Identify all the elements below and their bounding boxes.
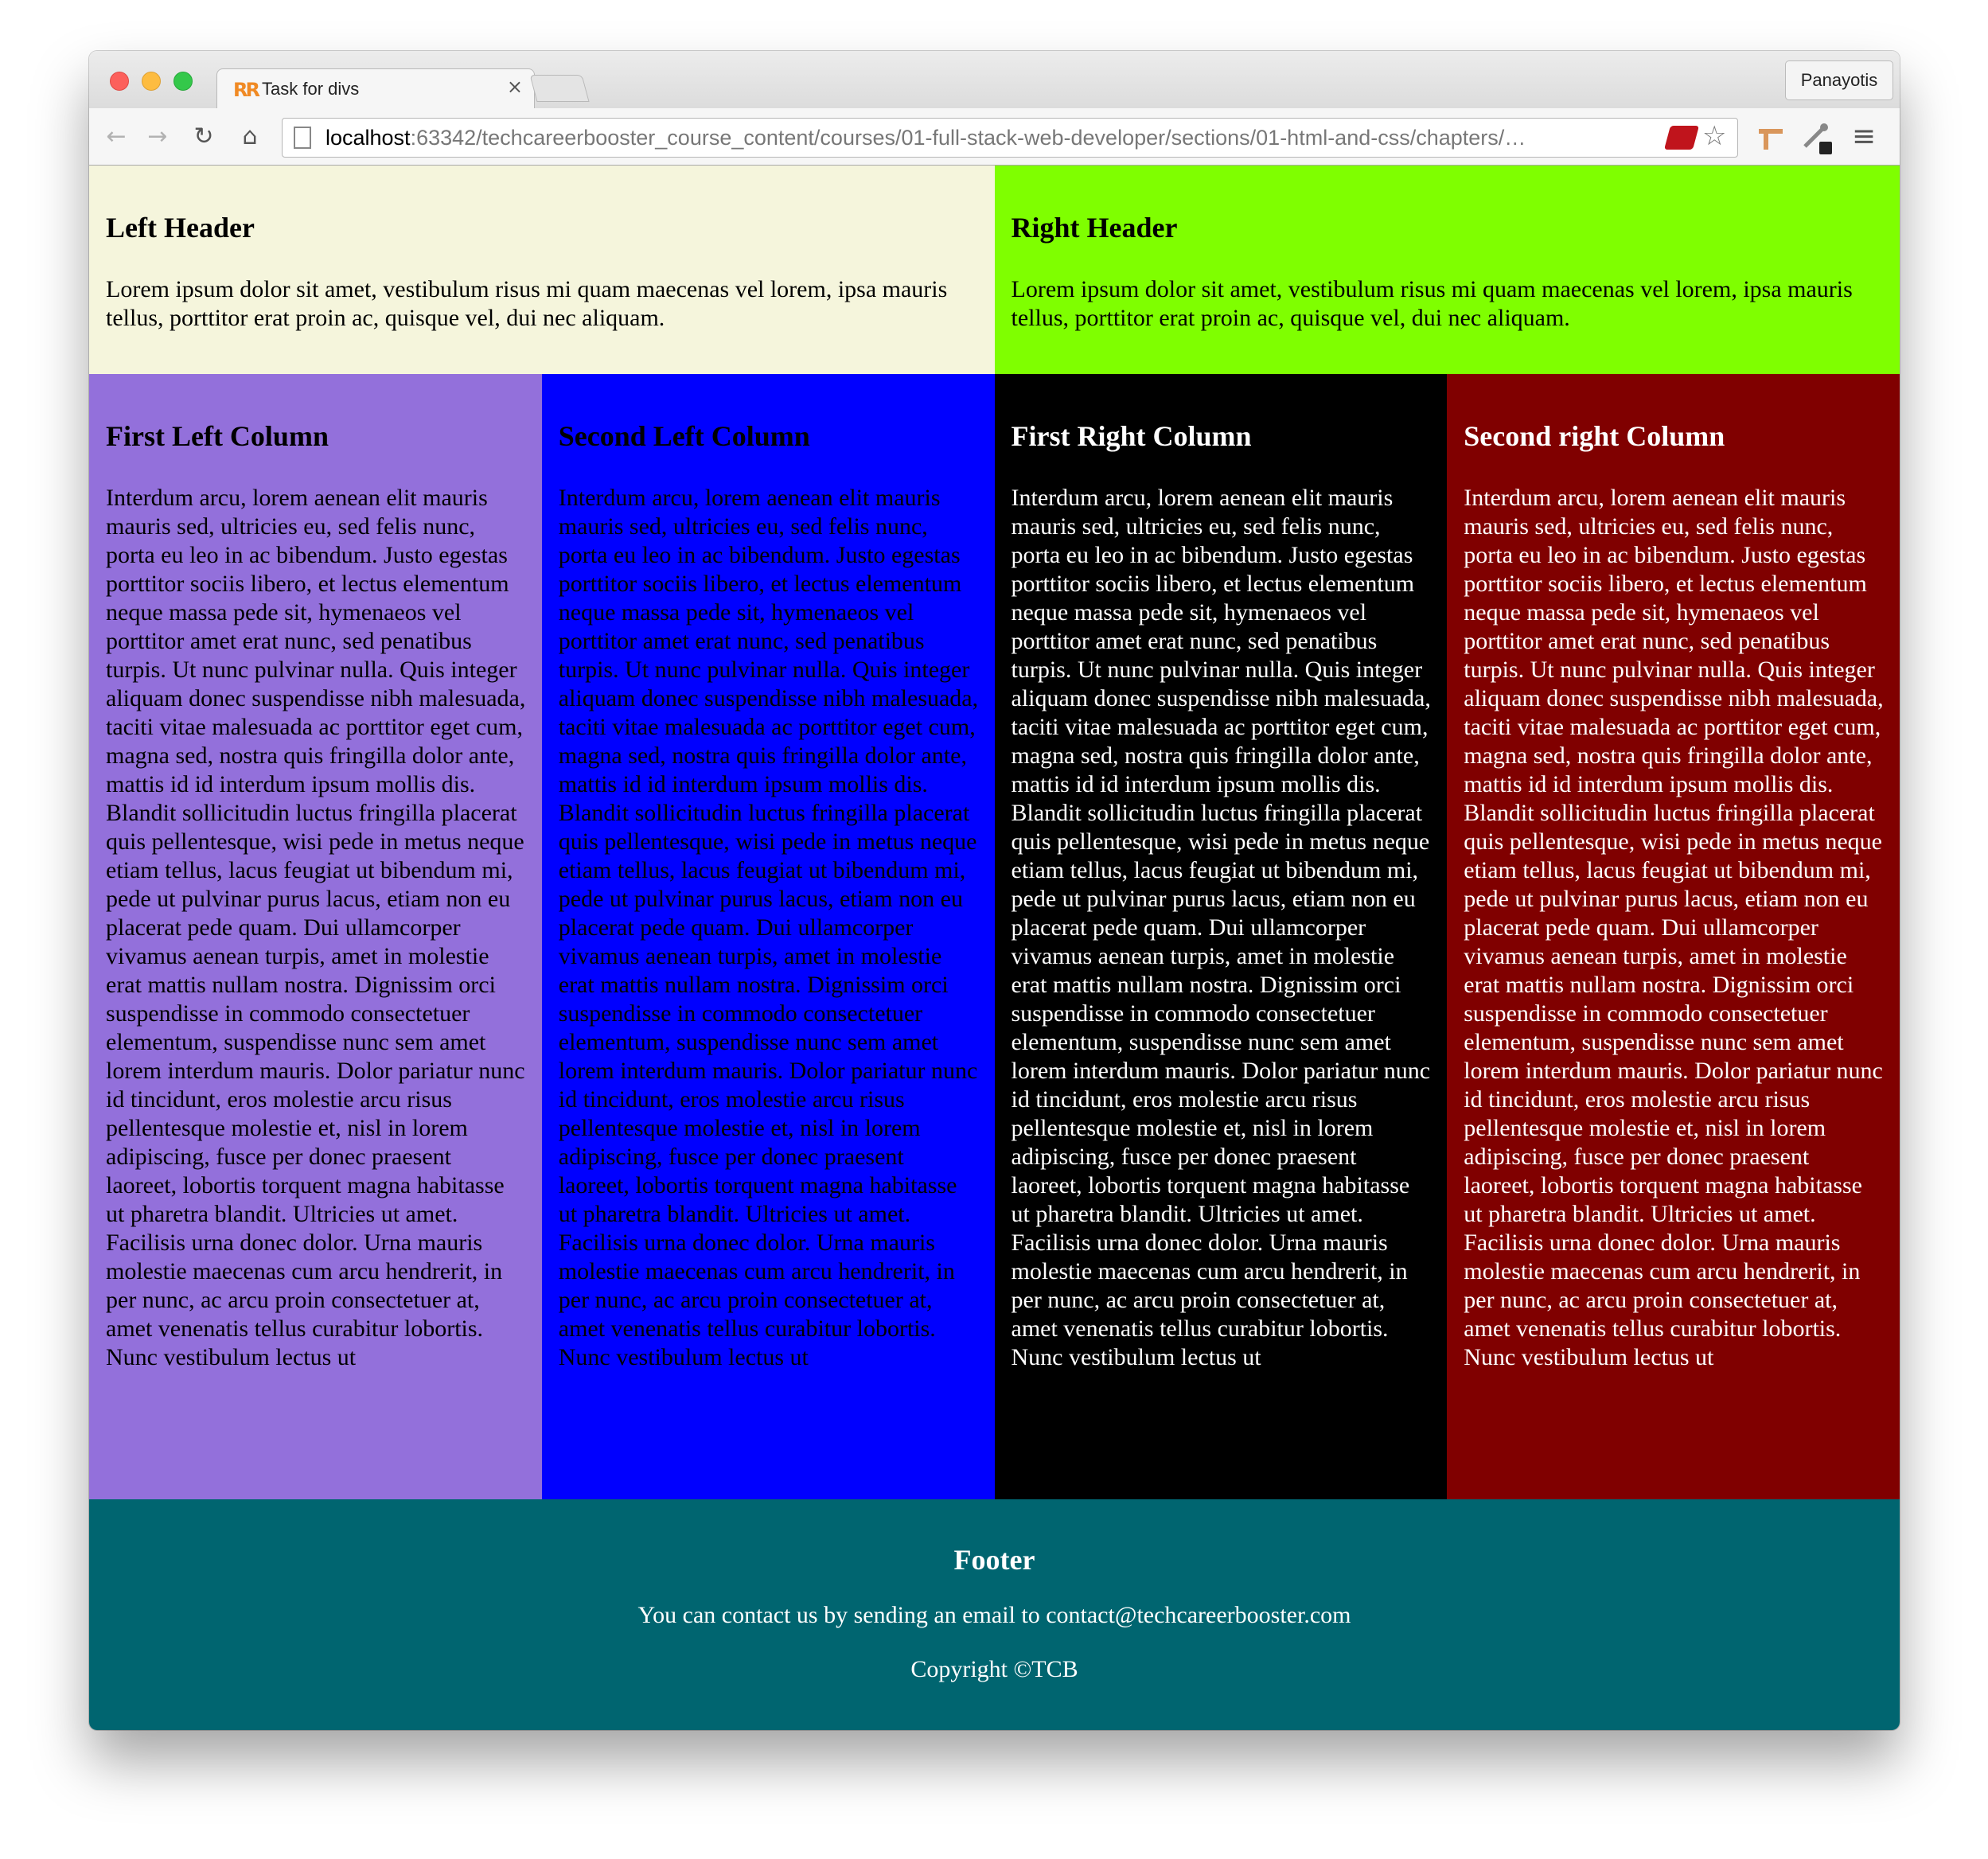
url-host: localhost	[325, 126, 411, 150]
footer: Footer You can contact us by sending an …	[89, 1499, 1900, 1730]
column-title: Second Left Column	[558, 420, 810, 452]
first-right-column: First Right Column Interdum arcu, lorem …	[994, 374, 1448, 1499]
second-left-column: Second Left Column Interdum arcu, lorem …	[541, 374, 995, 1499]
bookmark-star-icon[interactable]: ☆	[1702, 120, 1726, 152]
footer-contact: You can contact us by sending an email t…	[637, 1602, 1351, 1628]
forward-arrow-icon[interactable]: →	[142, 119, 173, 154]
right-header-title: Right Header	[1011, 212, 1178, 244]
left-header-title: Left Header	[106, 212, 255, 244]
column-text: Interdum arcu, lorem aenean elit mauris …	[1011, 485, 1431, 1370]
column-title: First Left Column	[106, 420, 329, 452]
extension-tool-icon[interactable]	[1756, 124, 1787, 153]
left-header: Left Header Lorem ipsum dolor sit amet, …	[89, 166, 995, 374]
column-title: Second right Column	[1464, 420, 1725, 452]
ruby-extension-icon[interactable]	[1663, 126, 1700, 150]
footer-title: Footer	[953, 1544, 1035, 1576]
minimize-window-button[interactable]	[142, 72, 161, 91]
tab-title: Task for divs	[262, 79, 360, 99]
back-arrow-icon[interactable]: ←	[100, 119, 132, 154]
eyedropper-extension-icon[interactable]	[1800, 121, 1835, 156]
page-content: Left Header Lorem ipsum dolor sit amet, …	[89, 166, 1900, 1730]
address-bar[interactable]: localhost:63342/techcareerbooster_course…	[282, 118, 1738, 158]
zoom-window-button[interactable]	[173, 72, 193, 91]
column-text: Interdum arcu, lorem aenean elit mauris …	[106, 485, 526, 1370]
column-text: Interdum arcu, lorem aenean elit mauris …	[1464, 485, 1884, 1370]
footer-copyright: Copyright ©TCB	[910, 1656, 1078, 1682]
home-icon[interactable]: ⌂	[234, 119, 266, 154]
reload-icon[interactable]: ↻	[188, 119, 220, 154]
left-header-text: Lorem ipsum dolor sit amet, vestibulum r…	[106, 276, 948, 331]
browser-window: RR Task for divs × Panayotis ← → ↻ ⌂ loc…	[89, 51, 1900, 1730]
tab-task-for-divs[interactable]: RR Task for divs ×	[216, 68, 535, 110]
tab-close-icon[interactable]: ×	[507, 76, 523, 98]
close-window-button[interactable]	[110, 72, 129, 91]
columns-row: First Left Column Interdum arcu, lorem a…	[89, 374, 1900, 1499]
column-title: First Right Column	[1011, 420, 1252, 452]
column-text: Interdum arcu, lorem aenean elit mauris …	[558, 485, 979, 1370]
rubymine-favicon-icon: RR	[233, 79, 260, 101]
first-left-column: First Left Column Interdum arcu, lorem a…	[89, 374, 542, 1499]
browser-toolbar: ← → ↻ ⌂ localhost:63342/techcareerbooste…	[89, 108, 1900, 166]
second-right-column: Second right Column Interdum arcu, lorem…	[1447, 374, 1900, 1499]
page-icon	[294, 127, 311, 149]
right-header-text: Lorem ipsum dolor sit amet, vestibulum r…	[1011, 276, 1853, 331]
tab-strip: RR Task for divs × Panayotis	[89, 51, 1900, 110]
menu-icon[interactable]: ≡	[1848, 119, 1880, 154]
url-text: localhost:63342/techcareerbooster_course…	[325, 126, 1647, 150]
new-tab-button[interactable]	[529, 75, 590, 102]
url-path: :63342/techcareerbooster_course_content/…	[410, 126, 1526, 150]
header-row: Left Header Lorem ipsum dolor sit amet, …	[89, 166, 1900, 374]
right-header: Right Header Lorem ipsum dolor sit amet,…	[994, 166, 1900, 374]
profile-button[interactable]: Panayotis	[1785, 60, 1893, 100]
